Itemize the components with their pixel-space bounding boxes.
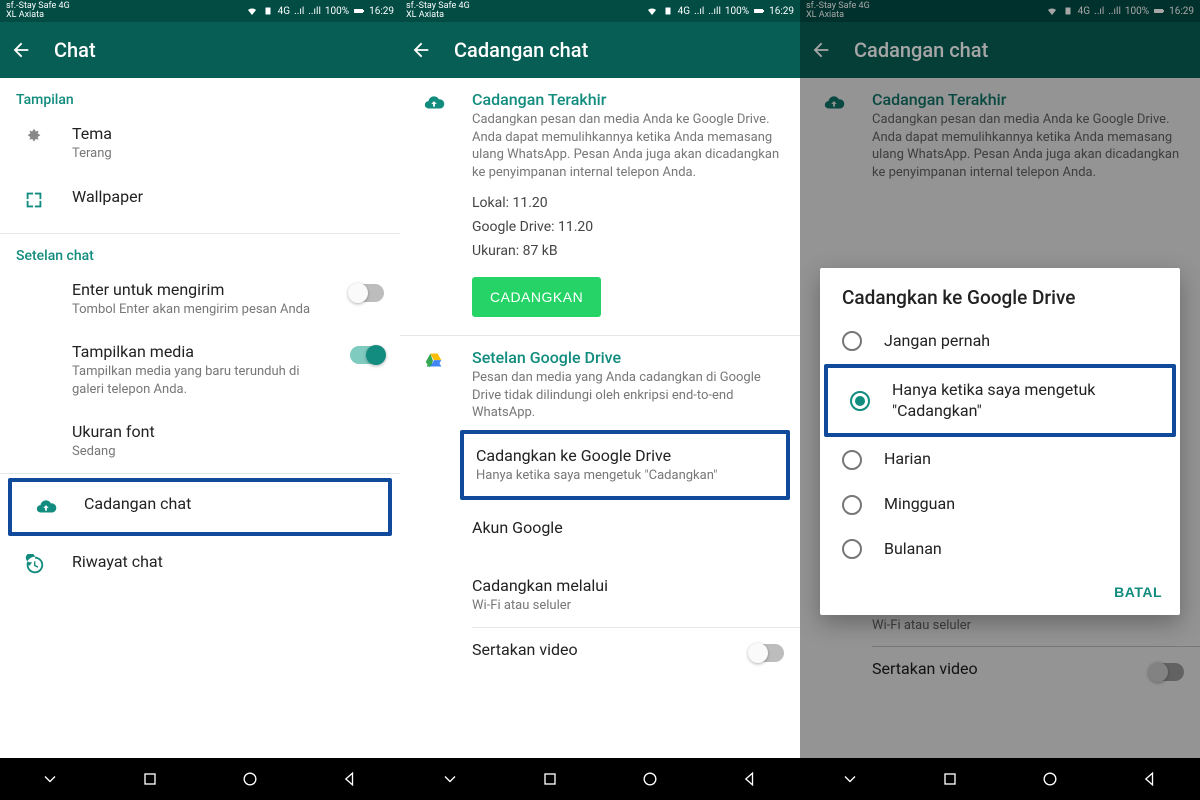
cloud-upload-icon [28, 494, 64, 518]
section-display: Tampilan [0, 78, 400, 112]
app-bar: Chat [0, 22, 400, 78]
nav-back-icon[interactable] [740, 769, 760, 789]
status-bar: sf.-Stay Safe 4GXL Axiata 4G..ıl..ıll 10… [800, 0, 1200, 22]
radio-icon [842, 331, 862, 351]
status-bar: sf.-Stay Safe 4GXL Axiata 4G..ıl..ıll 10… [400, 0, 800, 22]
last-backup-header: Cadangan Terakhir [472, 90, 784, 109]
switch-show-media[interactable] [350, 346, 384, 364]
back-icon[interactable] [10, 39, 32, 61]
nav-down-icon[interactable] [840, 769, 860, 789]
nav-down-icon[interactable] [40, 769, 60, 789]
page-title: Chat [54, 38, 96, 62]
nav-recent-icon[interactable] [940, 769, 960, 789]
back-icon[interactable] [810, 39, 832, 61]
page-title: Cadangan chat [454, 38, 588, 62]
item-backup-via[interactable]: Cadangkan melaluiWi-Fi atau seluler [400, 564, 800, 627]
switch-include-video[interactable] [750, 644, 784, 662]
item-theme[interactable]: TemaTerang [0, 112, 400, 175]
item-include-video[interactable]: Sertakan video [400, 628, 800, 686]
cloud-upload-icon [416, 90, 452, 114]
wifi-icon [1046, 5, 1058, 17]
battery-icon [353, 5, 365, 17]
backup-frequency-dialog: Cadangkan ke Google Drive Jangan pernah … [820, 268, 1180, 615]
item-chat-history[interactable]: Riwayat chat [0, 540, 400, 598]
switch-enter-send[interactable] [350, 284, 384, 302]
screen-chat-settings: sf.-Stay Safe 4GXL Axiata 4G ..ıl..ıll 1… [0, 0, 400, 800]
screen-backup-settings: sf.-Stay Safe 4GXL Axiata 4G..ıl..ıll 10… [400, 0, 800, 800]
nav-recent-icon[interactable] [140, 769, 160, 789]
item-chat-backup[interactable]: Cadangan chat [8, 478, 392, 536]
item-font-size[interactable]: Ukuran fontSedang [0, 410, 400, 473]
option-weekly[interactable]: Mingguan [820, 482, 1180, 527]
nav-home-icon[interactable] [640, 769, 660, 789]
page-title: Cadangan chat [854, 38, 988, 62]
nav-back-icon[interactable] [1140, 769, 1160, 789]
option-only-tap[interactable]: Hanya ketika saya mengetuk "Cadangkan" [824, 364, 1176, 438]
option-never[interactable]: Jangan pernah [820, 319, 1180, 364]
radio-icon [842, 495, 862, 515]
option-monthly[interactable]: Bulanan [820, 527, 1180, 572]
item-enter-send[interactable]: Enter untuk mengirimTombol Enter akan me… [0, 268, 400, 331]
item-backup-to-gdrive[interactable]: Cadangkan ke Google DriveHanya ketika sa… [464, 434, 786, 497]
vibrate-icon [262, 5, 274, 17]
backup-size: Ukuran: 87 kB [472, 239, 784, 263]
nav-recent-icon[interactable] [540, 769, 560, 789]
status-bar: sf.-Stay Safe 4GXL Axiata 4G ..ıl..ıll 1… [0, 0, 400, 22]
nav-home-icon[interactable] [240, 769, 260, 789]
google-drive-icon [416, 348, 452, 372]
option-daily[interactable]: Harian [820, 437, 1180, 482]
backup-now-button[interactable]: CADANGKAN [472, 277, 601, 317]
cancel-button[interactable]: BATAL [1114, 584, 1162, 600]
nav-home-icon[interactable] [1040, 769, 1060, 789]
android-navbar [800, 758, 1200, 800]
gdrive-backup-time: Google Drive: 11.20 [472, 215, 784, 239]
item-wallpaper[interactable]: Wallpaper [0, 175, 400, 233]
android-navbar [400, 758, 800, 800]
gdrive-settings-header: Setelan Google Drive [472, 348, 784, 367]
radio-icon [842, 450, 862, 470]
local-backup-time: Lokal: 11.20 [472, 191, 784, 215]
last-backup-desc: Cadangkan pesan dan media Anda ke Google… [472, 111, 784, 181]
radio-icon [842, 539, 862, 559]
radio-icon [850, 391, 870, 411]
nav-back-icon[interactable] [340, 769, 360, 789]
app-bar: Cadangan chat [400, 22, 800, 78]
vibrate-icon [1062, 5, 1074, 17]
gdrive-settings-desc: Pesan dan media yang Anda cadangkan di G… [472, 369, 784, 422]
wifi-icon [246, 5, 258, 17]
back-icon[interactable] [410, 39, 432, 61]
dialog-title: Cadangkan ke Google Drive [820, 286, 1180, 319]
history-icon [16, 552, 52, 576]
wifi-icon [646, 5, 658, 17]
item-google-account[interactable]: Akun Google [400, 506, 800, 564]
android-navbar [0, 758, 400, 800]
battery-icon [1153, 5, 1165, 17]
nav-down-icon[interactable] [440, 769, 460, 789]
theme-icon [16, 124, 52, 148]
item-show-media[interactable]: Tampilkan mediaTampilkan media yang baru… [0, 330, 400, 410]
screen-backup-dialog: sf.-Stay Safe 4GXL Axiata 4G..ıl..ıll 10… [800, 0, 1200, 800]
wallpaper-icon [16, 187, 52, 211]
vibrate-icon [662, 5, 674, 17]
section-chat-settings: Setelan chat [0, 234, 400, 268]
battery-icon [753, 5, 765, 17]
app-bar: Cadangan chat [800, 22, 1200, 78]
